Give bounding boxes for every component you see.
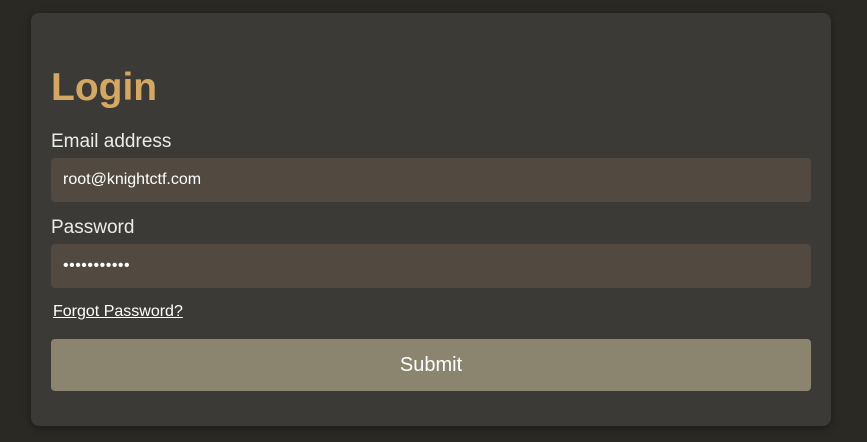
password-label: Password xyxy=(51,217,135,238)
forgot-password-link[interactable]: Forgot Password? xyxy=(53,303,183,321)
submit-button[interactable]: Submit xyxy=(51,339,811,391)
password-field[interactable] xyxy=(51,244,811,288)
email-label: Email address xyxy=(51,131,172,152)
login-card: Login Email address Password Forgot Pass… xyxy=(31,13,831,426)
email-field[interactable] xyxy=(51,158,811,202)
page-title: Login xyxy=(51,66,158,109)
